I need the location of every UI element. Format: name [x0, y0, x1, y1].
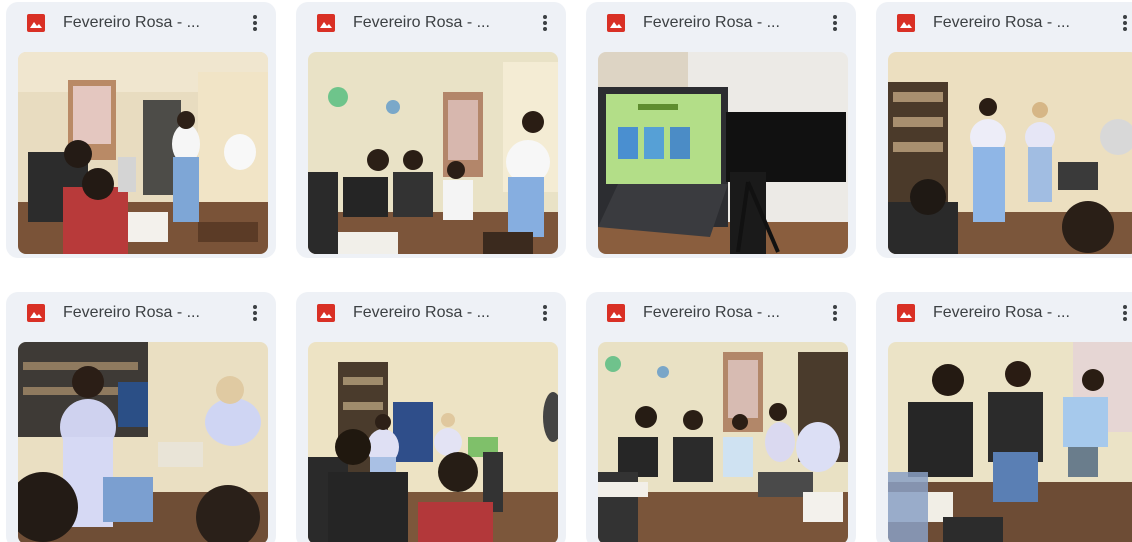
image-file-icon: [317, 304, 335, 322]
image-file-icon: [317, 14, 335, 32]
more-options-button[interactable]: [822, 300, 848, 326]
file-card-header: Fevereiro Rosa - ...: [586, 292, 856, 332]
file-card-header: Fevereiro Rosa - ...: [876, 292, 1132, 332]
image-file-icon: [607, 14, 625, 32]
more-vert-icon: [1123, 15, 1127, 31]
more-vert-icon: [253, 305, 257, 321]
file-title: Fevereiro Rosa - ...: [643, 14, 780, 31]
more-options-button[interactable]: [532, 300, 558, 326]
file-card[interactable]: Fevereiro Rosa - ...: [6, 292, 276, 542]
more-vert-icon: [833, 305, 837, 321]
more-vert-icon: [1123, 305, 1127, 321]
more-vert-icon: [543, 305, 547, 321]
image-file-icon: [27, 14, 45, 32]
file-card-header: Fevereiro Rosa - ...: [6, 292, 276, 332]
file-card[interactable]: Fevereiro Rosa - ...: [876, 2, 1132, 258]
more-options-button[interactable]: [822, 10, 848, 36]
more-options-button[interactable]: [242, 300, 268, 326]
file-card[interactable]: Fevereiro Rosa - ...: [296, 292, 566, 542]
file-title: Fevereiro Rosa - ...: [353, 14, 490, 31]
file-card-header: Fevereiro Rosa - ...: [586, 2, 856, 42]
file-title: Fevereiro Rosa - ...: [353, 304, 490, 321]
image-file-icon: [897, 304, 915, 322]
file-title: Fevereiro Rosa - ...: [63, 304, 200, 321]
photo-thumbnail[interactable]: [888, 52, 1132, 254]
image-file-icon: [27, 304, 45, 322]
file-card[interactable]: Fevereiro Rosa - ...: [586, 292, 856, 542]
file-card[interactable]: Fevereiro Rosa - ...: [296, 2, 566, 258]
more-vert-icon: [543, 15, 547, 31]
file-card[interactable]: Fevereiro Rosa - ...: [876, 292, 1132, 542]
file-card[interactable]: Fevereiro Rosa - ...: [6, 2, 276, 258]
more-options-button[interactable]: [1112, 10, 1132, 36]
photo-thumbnail[interactable]: [308, 52, 558, 254]
more-vert-icon: [253, 15, 257, 31]
photo-thumbnail[interactable]: [308, 342, 558, 542]
file-title: Fevereiro Rosa - ...: [63, 14, 200, 31]
more-options-button[interactable]: [1112, 300, 1132, 326]
file-title: Fevereiro Rosa - ...: [933, 14, 1070, 31]
more-options-button[interactable]: [532, 10, 558, 36]
file-title: Fevereiro Rosa - ...: [933, 304, 1070, 321]
file-card-header: Fevereiro Rosa - ...: [296, 2, 566, 42]
file-card-header: Fevereiro Rosa - ...: [876, 2, 1132, 42]
image-file-icon: [607, 304, 625, 322]
photo-thumbnail[interactable]: [888, 342, 1132, 542]
photo-thumbnail[interactable]: [18, 342, 268, 542]
image-file-icon: [897, 14, 915, 32]
more-vert-icon: [833, 15, 837, 31]
file-card-header: Fevereiro Rosa - ...: [296, 292, 566, 332]
file-card-header: Fevereiro Rosa - ...: [6, 2, 276, 42]
file-grid: Fevereiro Rosa - ... Fevereiro Rosa - ..…: [0, 0, 1132, 542]
photo-thumbnail[interactable]: [598, 52, 848, 254]
file-title: Fevereiro Rosa - ...: [643, 304, 780, 321]
photo-thumbnail[interactable]: [18, 52, 268, 254]
file-card[interactable]: Fevereiro Rosa - ...: [586, 2, 856, 258]
photo-thumbnail[interactable]: [598, 342, 848, 542]
more-options-button[interactable]: [242, 10, 268, 36]
